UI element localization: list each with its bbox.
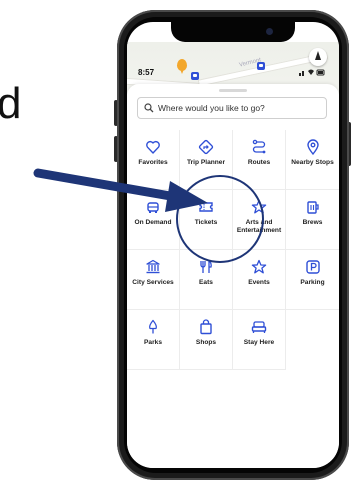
tile-label: Events	[248, 279, 270, 286]
city-hall-icon	[146, 259, 160, 274]
location-marker-icon[interactable]	[177, 59, 187, 74]
car-icon	[147, 202, 159, 213]
status-signal-wifi-battery	[299, 68, 325, 78]
location-pin-icon	[306, 139, 319, 155]
tile-favorites[interactable]: Favorites	[127, 130, 180, 190]
tile-city-services[interactable]: City Services	[127, 250, 180, 310]
park-icon	[148, 319, 158, 334]
tile-label: Stay Here	[243, 339, 275, 346]
tile-label: City Services	[132, 279, 174, 286]
star-icon	[251, 259, 267, 274]
bed-icon	[251, 321, 267, 333]
tile-label: On Demand	[134, 219, 172, 226]
highlight-circle	[176, 175, 264, 263]
compass-icon[interactable]	[309, 48, 327, 66]
tile-label: Nearby Stops	[291, 159, 334, 166]
sheet-drag-handle[interactable]	[219, 89, 247, 92]
directions-icon	[198, 139, 214, 155]
heart-icon	[146, 140, 160, 154]
tile-label: Parks	[144, 339, 162, 346]
tile-brews[interactable]: Brews	[286, 190, 339, 250]
tile-events[interactable]: Events	[233, 250, 286, 310]
tile-label: Parking	[300, 279, 325, 286]
tile-shops[interactable]: Shops	[180, 310, 233, 370]
phone-notch	[171, 22, 295, 42]
tile-nearby-stops[interactable]: Nearby Stops	[286, 130, 339, 190]
partial-heading-letter: d	[0, 79, 22, 128]
tile-label: Brews	[302, 219, 323, 226]
tile-label: Shops	[195, 339, 217, 346]
route-icon	[252, 139, 266, 154]
bus-icon[interactable]	[191, 72, 199, 80]
explore-sheet: Where would you like to go? Favorites Tr…	[127, 84, 339, 468]
search-icon	[144, 103, 154, 113]
search-placeholder: Where would you like to go?	[158, 103, 265, 113]
shopping-bag-icon	[200, 319, 212, 335]
tile-label: Routes	[247, 159, 271, 166]
tile-stay-here[interactable]: Stay Here	[233, 310, 286, 370]
tile-empty	[286, 310, 339, 370]
tile-label: Trip Planner	[186, 159, 226, 166]
tile-parks[interactable]: Parks	[127, 310, 180, 370]
status-time: 8:57	[138, 68, 155, 77]
tile-label: Favorites	[138, 159, 168, 166]
parking-icon	[305, 260, 320, 274]
bus-icon[interactable]	[257, 62, 265, 70]
beer-icon	[306, 201, 319, 214]
tile-parking[interactable]: Parking	[286, 250, 339, 310]
tile-label: Eats	[199, 279, 213, 286]
tile-on-demand[interactable]: On Demand	[127, 190, 180, 250]
search-input[interactable]: Where would you like to go?	[137, 97, 327, 119]
